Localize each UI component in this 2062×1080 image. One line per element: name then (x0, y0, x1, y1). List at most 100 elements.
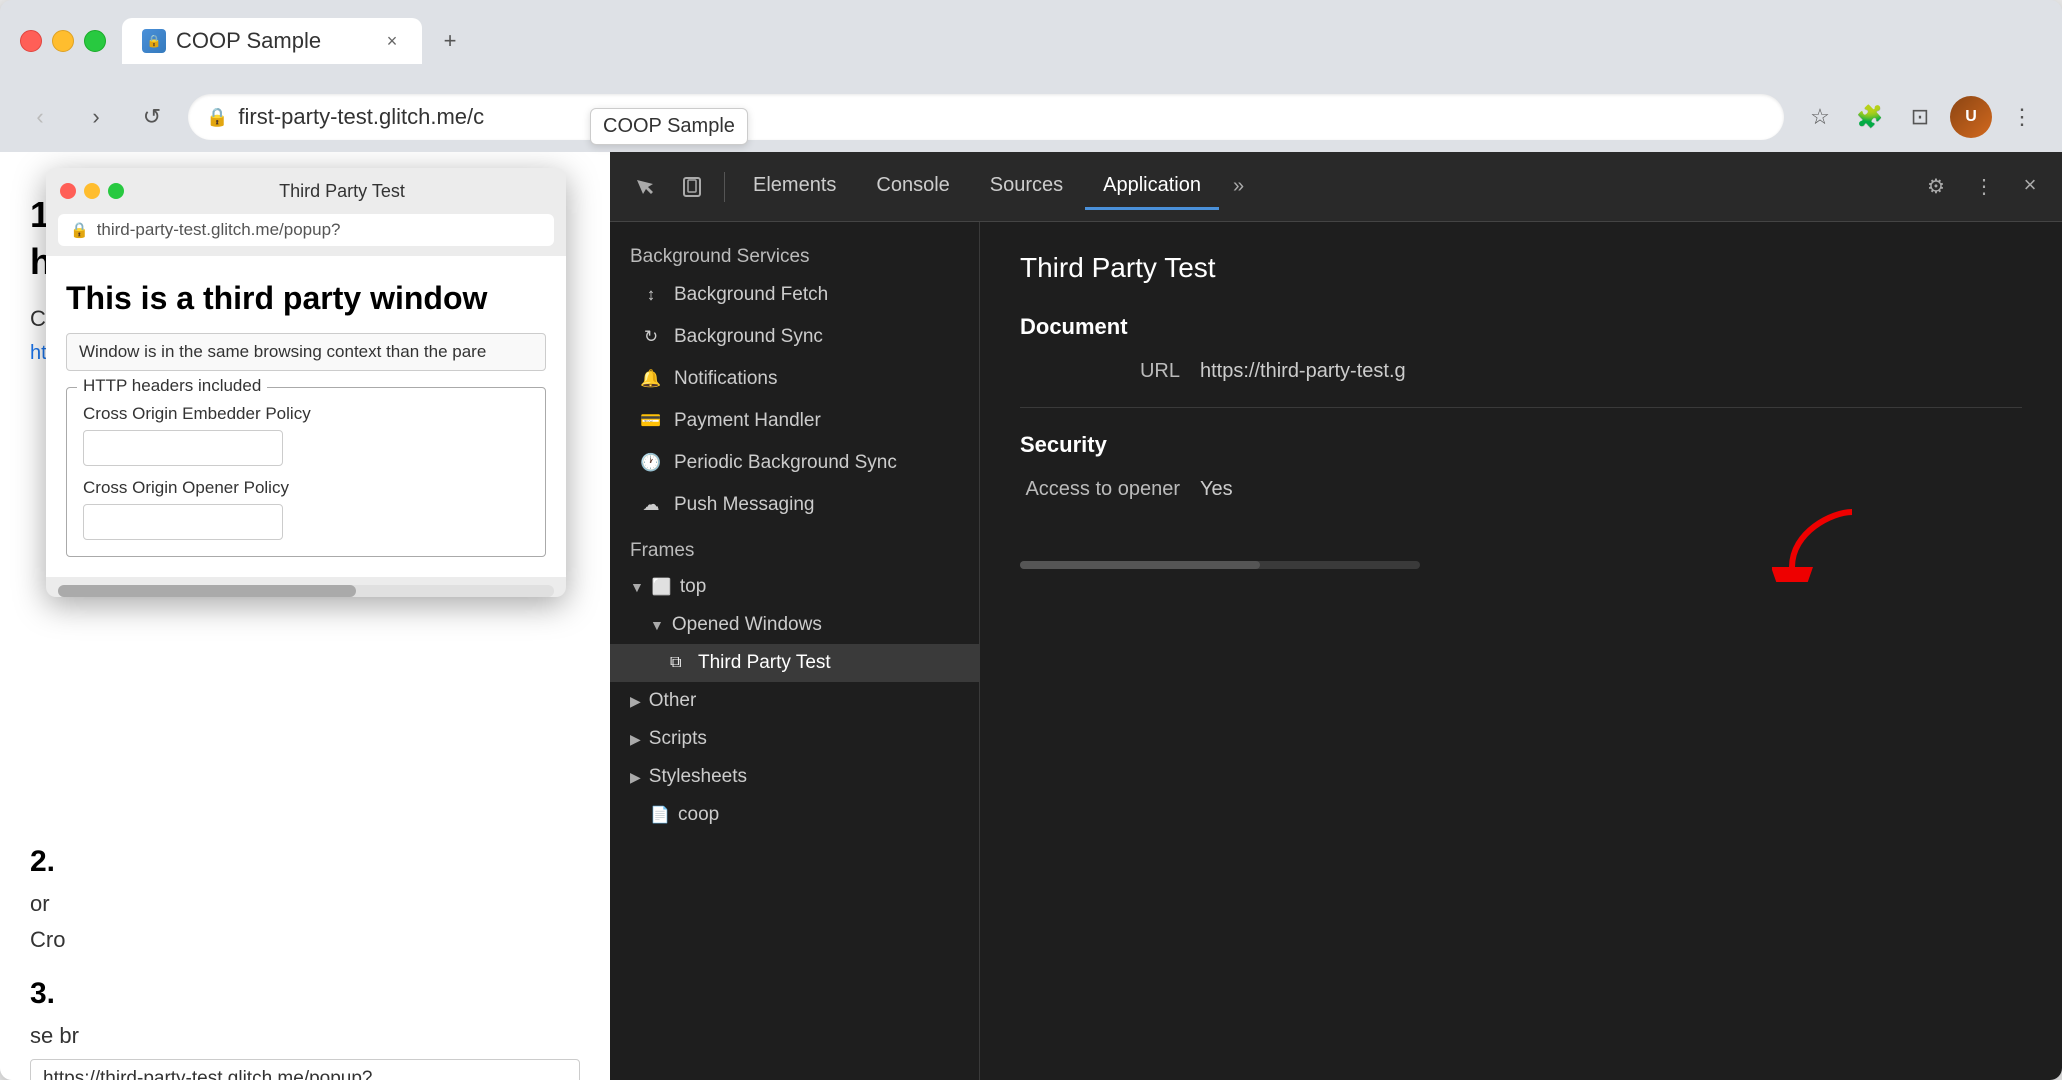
popup-min-button[interactable] (84, 183, 100, 199)
payment-handler-icon: 💳 (640, 411, 662, 431)
step2-suffix: or (30, 891, 580, 917)
chevron-right-icon-stylesheets: ▶ (630, 769, 641, 786)
popup-status-text: Window is in the same browsing context t… (66, 333, 546, 371)
url-input[interactable] (30, 1059, 580, 1080)
frames-tree-stylesheets[interactable]: ▶ Stylesheets (610, 758, 979, 796)
popup-url-text: third-party-test.glitch.me/popup? (97, 220, 341, 240)
popup-section-box: HTTP headers included Cross Origin Embed… (66, 387, 546, 557)
address-bar[interactable]: 🔒 first-party-test.glitch.me/c (188, 94, 1784, 140)
maximize-traffic-light[interactable] (84, 30, 106, 52)
popup-window: Third Party Test 🔒 third-party-test.glit… (46, 168, 566, 597)
device-toolbar-button[interactable] (670, 165, 714, 209)
page-content: 1. Load this page with a COOP he Cro htt… (0, 152, 610, 1080)
popup-field1-input[interactable] (83, 430, 283, 466)
nav-bar: ‹ › ↺ 🔒 first-party-test.glitch.me/c ☆ 🧩… (0, 82, 2062, 152)
address-text: first-party-test.glitch.me/c (238, 104, 484, 130)
periodic-sync-icon: 🕐 (640, 453, 662, 473)
background-fetch-icon: ↕ (640, 285, 662, 305)
devtools-main-panel: Third Party Test Document URL https://th… (980, 222, 2062, 599)
chevron-down-icon-2: ▼ (650, 617, 664, 633)
notifications-icon: 🔔 (640, 369, 662, 389)
document-section-title: Document (1020, 314, 2022, 340)
popup-titlebar: Third Party Test (46, 168, 566, 214)
devtools-kebab-button[interactable]: ⋮ (1962, 165, 2006, 209)
toolbar-separator (724, 172, 725, 202)
devtools-close-button[interactable]: × (2010, 165, 2050, 205)
chevron-right-icon-other: ▶ (630, 693, 641, 710)
close-traffic-light[interactable] (20, 30, 42, 52)
chevron-down-icon: ▼ (630, 579, 644, 595)
minimize-traffic-light[interactable] (52, 30, 74, 52)
chevron-right-icon-scripts: ▶ (630, 731, 641, 748)
title-bar: 🔒 COOP Sample × + (0, 0, 2062, 82)
frames-tree-top[interactable]: ▼ ⬜ top (610, 568, 979, 606)
active-tab[interactable]: 🔒 COOP Sample × (122, 18, 422, 64)
frames-tree-coop[interactable]: 📄 coop (610, 796, 979, 834)
popup-scrollbar[interactable] (58, 585, 554, 597)
popup-urlbar[interactable]: 🔒 third-party-test.glitch.me/popup? (58, 214, 554, 246)
tab-application[interactable]: Application (1085, 164, 1219, 210)
devtools-main-wrapper: Third Party Test Document URL https://th… (980, 222, 2062, 1080)
frames-tree-other[interactable]: ▶ Other (610, 682, 979, 720)
frames-tree-scripts[interactable]: ▶ Scripts (610, 720, 979, 758)
sidebar-item-background-fetch[interactable]: ↕ Background Fetch (610, 274, 979, 316)
popup-lock-icon: 🔒 (70, 221, 89, 239)
access-label: Access to opener (1020, 478, 1180, 501)
step3-suffix: se br (30, 1023, 580, 1049)
sidebar-item-push-messaging[interactable]: ☁ Push Messaging (610, 484, 979, 526)
tab-elements[interactable]: Elements (735, 164, 854, 210)
bookmark-button[interactable]: ☆ (1800, 97, 1840, 137)
main-panel-scrollbar-thumb (1020, 561, 1260, 569)
reload-button[interactable]: ↺ (132, 97, 172, 137)
user-avatar[interactable]: U (1950, 96, 1992, 138)
cast-button[interactable]: ⊡ (1900, 97, 1940, 137)
lock-icon: 🔒 (206, 107, 228, 128)
sidebar-item-notifications[interactable]: 🔔 Notifications (610, 358, 979, 400)
cro-text-2: Cro (30, 927, 580, 953)
panel-title: Third Party Test (1020, 252, 2022, 284)
url-label: URL (1020, 360, 1180, 383)
popup-body: This is a third party window Window is i… (46, 256, 566, 577)
frames-label: Frames (610, 526, 979, 568)
sidebar-item-periodic-background-sync[interactable]: 🕐 Periodic Background Sync (610, 442, 979, 484)
frame-icon: ⬜ (652, 577, 672, 597)
devtools-settings-button[interactable]: ⚙ (1914, 165, 1958, 209)
tab-close-button[interactable]: × (382, 31, 402, 51)
background-sync-icon: ↻ (640, 327, 662, 347)
frames-tree-third-party-test[interactable]: ⧉ Third Party Test (610, 644, 979, 682)
nav-right-buttons: ☆ 🧩 ⊡ U ⋮ (1800, 96, 2042, 138)
content-area: 1. Load this page with a COOP he Cro htt… (0, 152, 2062, 1080)
sidebar-item-payment-handler[interactable]: 💳 Payment Handler (610, 400, 979, 442)
popup-section-legend: HTTP headers included (77, 376, 267, 396)
security-section-title: Security (1020, 432, 2022, 458)
popup-title: Third Party Test (132, 181, 552, 202)
devtools-right-buttons: ⚙ ⋮ × (1914, 165, 2050, 209)
url-value: https://third-party-test.g (1200, 360, 1406, 383)
access-row: Access to opener Yes (1020, 478, 2022, 501)
tab-bar: 🔒 COOP Sample × + (122, 18, 2042, 64)
devtools-toolbar: Elements Console Sources Application » ⚙… (610, 152, 2062, 222)
popup-max-button[interactable] (108, 183, 124, 199)
frames-tree-opened-windows[interactable]: ▼ Opened Windows (610, 606, 979, 644)
tab-favicon: 🔒 (142, 29, 166, 53)
back-button[interactable]: ‹ (20, 97, 60, 137)
popup-field2-input[interactable] (83, 504, 283, 540)
divider-1 (1020, 407, 2022, 408)
tab-console[interactable]: Console (858, 164, 967, 210)
new-tab-button[interactable]: + (430, 21, 470, 61)
forward-button[interactable]: › (76, 97, 116, 137)
devtools-sidebar: Background Services ↕ Background Fetch ↻… (610, 222, 980, 1080)
url-row: URL https://third-party-test.g (1020, 360, 2022, 383)
menu-button[interactable]: ⋮ (2002, 97, 2042, 137)
more-tabs-button[interactable]: » (1223, 175, 1254, 198)
tab-sources[interactable]: Sources (972, 164, 1081, 210)
file-icon: 📄 (650, 805, 670, 825)
popup-field1-label: Cross Origin Embedder Policy (83, 404, 529, 424)
inspect-element-button[interactable] (622, 165, 666, 209)
window-icon: ⧉ (670, 654, 690, 672)
extensions-button[interactable]: 🧩 (1850, 97, 1890, 137)
sidebar-item-background-sync[interactable]: ↻ Background Sync (610, 316, 979, 358)
main-panel-scrollbar[interactable] (1020, 561, 1420, 569)
address-tooltip: COOP Sample (590, 108, 748, 145)
popup-close-button[interactable] (60, 183, 76, 199)
